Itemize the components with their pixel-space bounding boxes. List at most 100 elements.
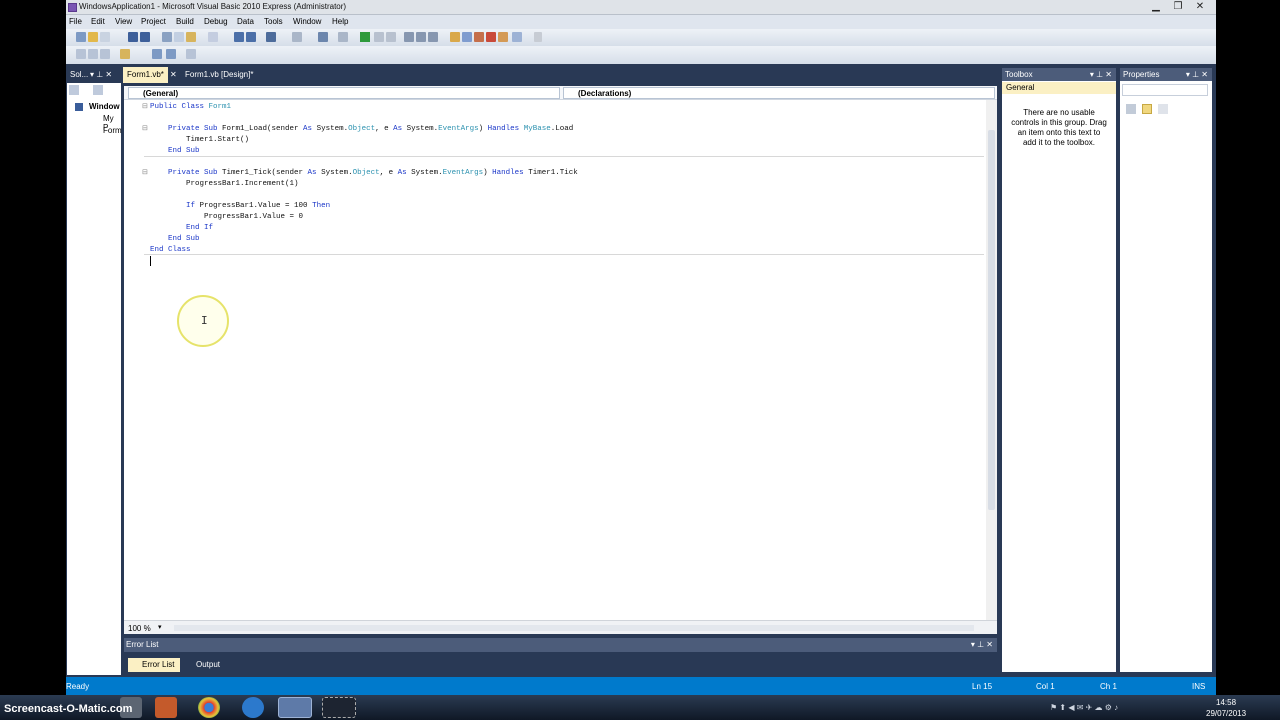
toolbox-group-general[interactable]: General	[1002, 82, 1116, 94]
solution-item-form[interactable]: Form	[103, 126, 122, 135]
lock-controls-icon[interactable]	[120, 49, 130, 59]
code-line[interactable]: ProgressBar1.Value = 0	[150, 212, 303, 223]
code-text[interactable]: Public Class Form1 Private Sub Form1_Loa…	[150, 100, 986, 610]
close-button[interactable]: ✕	[1190, 1, 1210, 13]
chrome-icon[interactable]	[198, 697, 220, 718]
code-line[interactable]: Timer1.Start()	[150, 135, 249, 146]
code-token: As	[397, 169, 412, 177]
tab-error-list[interactable]: Error List	[128, 658, 180, 672]
taskbar-time[interactable]: 14:58	[1216, 698, 1236, 707]
navigate-icon[interactable]	[318, 32, 328, 42]
method-name-dropdown[interactable]: (Declarations)	[563, 87, 995, 99]
size-to-grid-icon[interactable]	[166, 49, 176, 59]
internet-explorer-icon[interactable]	[242, 697, 264, 718]
copy-icon[interactable]	[174, 32, 184, 42]
media-player-icon[interactable]	[155, 697, 177, 718]
maximize-button[interactable]: ❐	[1168, 1, 1188, 13]
find-icon[interactable]	[338, 32, 348, 42]
step-into-icon[interactable]	[404, 32, 414, 42]
tab-form1-code[interactable]: Form1.vb*	[123, 67, 168, 83]
toolbox-icon[interactable]	[486, 32, 496, 42]
minimize-button[interactable]: ▁	[1146, 1, 1166, 13]
menu-debug[interactable]: Debug	[204, 17, 228, 26]
outdent-icon[interactable]	[246, 32, 256, 42]
spacing-icon[interactable]	[186, 49, 196, 59]
step-out-icon[interactable]	[428, 32, 438, 42]
code-token: )	[478, 125, 488, 133]
collapse-icon[interactable]: ⊟	[142, 124, 148, 132]
code-line[interactable]: Private Sub Timer1_Tick(sender As System…	[150, 168, 578, 179]
error-list-icon[interactable]	[498, 32, 508, 42]
code-line[interactable]: If ProgressBar1.Value = 100 Then	[150, 201, 330, 212]
properties-close-icon[interactable]: ▾ ⊥ ✕	[1186, 70, 1208, 79]
code-line[interactable]: ProgressBar1.Increment(1)	[150, 179, 299, 190]
menu-edit[interactable]: Edit	[91, 17, 105, 26]
extensions-icon[interactable]	[512, 32, 522, 42]
code-line[interactable]: End Sub	[150, 146, 200, 157]
collapse-icon[interactable]: ⊟	[142, 102, 148, 110]
code-line[interactable]: End If	[150, 223, 213, 234]
events-icon[interactable]	[1158, 104, 1168, 114]
code-line[interactable]: Private Sub Form1_Load(sender As System.…	[150, 124, 573, 135]
object-selector[interactable]	[1122, 84, 1208, 96]
menu-project[interactable]: Project	[141, 17, 166, 26]
scroll-thumb[interactable]	[988, 130, 995, 510]
undo-icon[interactable]	[266, 32, 276, 42]
pin-icon[interactable]: ▾ ⊥ ✕	[90, 70, 112, 79]
zoom-dropdown-icon[interactable]: ▾	[158, 623, 162, 631]
redo-icon[interactable]	[292, 32, 302, 42]
alphabetical-icon[interactable]	[1142, 104, 1152, 114]
menu-help[interactable]: Help	[332, 17, 348, 26]
properties-window-icon[interactable]	[462, 32, 472, 42]
align-right-icon[interactable]	[100, 49, 110, 59]
properties-icon[interactable]	[69, 85, 79, 95]
horizontal-scrollbar[interactable]	[174, 625, 974, 631]
tab-form1-design[interactable]: Form1.vb [Design]*	[181, 67, 257, 83]
tab-close-icon[interactable]: ✕	[170, 70, 177, 79]
menu-window[interactable]: Window	[293, 17, 321, 26]
show-all-files-icon[interactable]	[93, 85, 103, 95]
stop-icon[interactable]	[386, 32, 396, 42]
visual-basic-taskbar-icon[interactable]	[278, 697, 312, 718]
new-project-icon[interactable]	[76, 32, 86, 42]
align-center-icon[interactable]	[88, 49, 98, 59]
code-editor[interactable]: (General) (Declarations) ⊟ ⊟ ⊟ Public Cl…	[124, 86, 997, 634]
solution-explorer-icon[interactable]	[450, 32, 460, 42]
indent-icon[interactable]	[234, 32, 244, 42]
taskbar-date[interactable]: 29/07/2013	[1206, 709, 1246, 718]
open-folder-icon[interactable]	[88, 32, 98, 42]
menu-view[interactable]: View	[115, 17, 132, 26]
code-line[interactable]: End Class	[150, 245, 191, 256]
pause-icon[interactable]	[374, 32, 384, 42]
menu-build[interactable]: Build	[176, 17, 194, 26]
cut-icon[interactable]	[162, 32, 172, 42]
screen-recorder-icon[interactable]	[322, 697, 356, 718]
menu-tools[interactable]: Tools	[264, 17, 283, 26]
tray-icons[interactable]: ⚑ ⬆ ◀ ✉ ✈ ☁ ⚙ ♪	[1050, 703, 1118, 712]
comment-icon[interactable]	[208, 32, 218, 42]
zoom-level[interactable]: 100 %	[128, 624, 151, 633]
code-line[interactable]: Public Class Form1	[150, 102, 231, 113]
collapse-icon[interactable]: ⊟	[142, 168, 148, 176]
tab-output[interactable]: Output	[184, 658, 230, 672]
menu-data[interactable]: Data	[237, 17, 254, 26]
solution-item-project[interactable]: Window	[89, 102, 120, 111]
add-item-icon[interactable]	[100, 32, 110, 42]
toolbox-close-icon[interactable]: ▾ ⊥ ✕	[1090, 70, 1112, 79]
save-icon[interactable]	[128, 32, 138, 42]
toolbar-options-icon[interactable]	[534, 32, 542, 42]
code-line[interactable]: End Sub	[150, 234, 200, 245]
error-list-close-icon[interactable]: ▾ ⊥ ✕	[971, 640, 993, 649]
paste-icon[interactable]	[186, 32, 196, 42]
align-left-icon[interactable]	[76, 49, 86, 59]
vertical-scrollbar[interactable]	[986, 100, 997, 620]
categorized-icon[interactable]	[1126, 104, 1136, 114]
class-name-dropdown[interactable]: (General)	[128, 87, 560, 99]
object-browser-icon[interactable]	[474, 32, 484, 42]
save-all-icon[interactable]	[140, 32, 150, 42]
start-debugging-icon[interactable]	[360, 32, 370, 42]
menu-file[interactable]: File	[69, 17, 82, 26]
tab-solution-explorer[interactable]: Sol...	[66, 67, 92, 83]
make-same-size-icon[interactable]	[152, 49, 162, 59]
step-over-icon[interactable]	[416, 32, 426, 42]
